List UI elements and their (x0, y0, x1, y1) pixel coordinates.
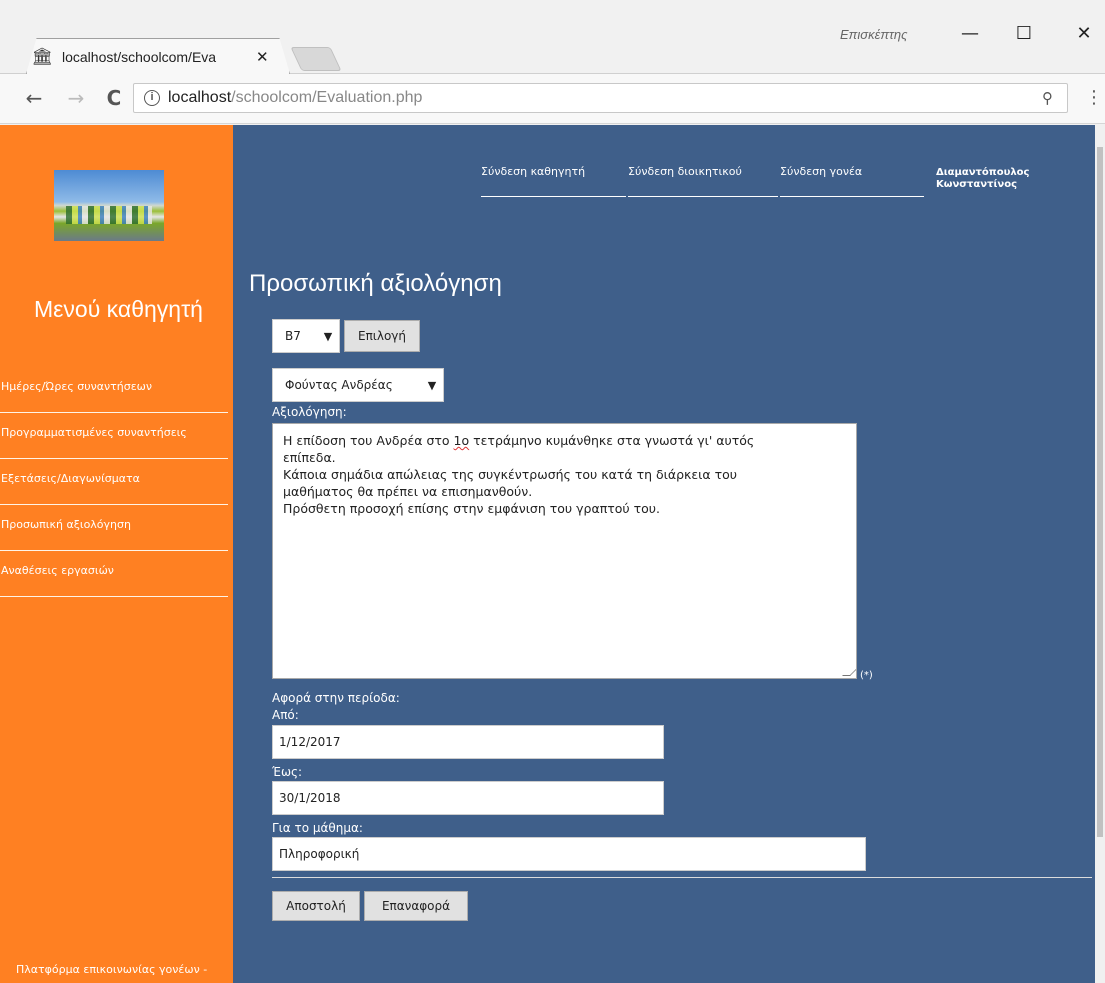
nav-item-label: Σύνδεση διοικητικού (628, 165, 742, 178)
reset-button[interactable]: Επαναφορά (364, 891, 468, 921)
to-label: Έως: (272, 765, 302, 779)
evaluation-line-1: Η επίδοση του Ανδρέα στο 1ο τετράμηνο κυ… (283, 432, 846, 449)
user-firstname: Κωνσταντίνος (936, 179, 1017, 190)
user-surname: Διαμαντόπουλος (936, 167, 1030, 178)
form-divider (272, 877, 1092, 878)
nav-admin-login[interactable]: Σύνδεση διοικητικού (628, 165, 778, 197)
spellcheck-word: 1ο (453, 433, 470, 448)
new-tab-button[interactable] (290, 47, 342, 71)
student-select[interactable]: Φούντας Ανδρέας ▼ (272, 368, 444, 402)
evaluation-line-4: μαθήματος θα πρέπει να επισημανθούν. (283, 484, 533, 499)
sidebar-footer: Πλατφόρμα επικοινωνίας γονέων - (16, 963, 208, 976)
evaluation-line-5: Πρόσθετη προσοχή επίσης στην εμφάνιση το… (283, 501, 660, 516)
browser-toolbar: ← → C i localhost/schoolcom/Evaluation.p… (0, 74, 1105, 124)
nav-item-label: Σύνδεση γονέα (780, 165, 863, 178)
student-select-value: Φούντας Ανδρέας (285, 378, 393, 392)
sidebar-item-label: Προσωπική αξιολόγηση (1, 518, 131, 531)
browser-menu-icon[interactable]: ⋮ (1085, 87, 1103, 108)
nav-item-label: Σύνδεση καθηγητή (481, 165, 586, 178)
subject-input[interactable]: Πληροφορική (272, 837, 866, 871)
sidebar-item-label: Προγραμματισμένες συναντήσεις (1, 426, 187, 439)
url-path: /schoolcom/Evaluation.php (231, 89, 423, 106)
page-scrollbar[interactable] (1095, 125, 1105, 983)
title-bar: 🏛 localhost/schoolcom/Eva ✕ Επισκέπτης —… (0, 0, 1105, 74)
info-icon[interactable]: i (144, 90, 160, 106)
evaluation-line-2: επίπεδα. (283, 450, 336, 465)
required-marker: (*) (860, 670, 873, 681)
resize-handle-icon[interactable] (842, 668, 856, 676)
from-date-input[interactable]: 1/12/2017 (272, 725, 664, 759)
forward-arrow-icon[interactable]: → (62, 84, 90, 112)
page-viewport: Μενού καθηγητή Ημέρες/Ώρες συναντήσεων Π… (0, 125, 1095, 983)
url-host: localhost (168, 89, 232, 106)
submit-button[interactable]: Αποστολή (272, 891, 360, 921)
close-tab-icon[interactable]: ✕ (256, 48, 269, 66)
class-select[interactable]: B7 ▼ (272, 319, 340, 353)
class-select-value: B7 (285, 329, 301, 343)
sidebar-item-assignments[interactable]: Αναθέσεις εργασιών (0, 551, 228, 597)
page-title: Προσωπική αξιολόγηση (249, 270, 502, 297)
back-arrow-icon[interactable]: ← (20, 84, 48, 112)
browser-window: 🏛 localhost/schoolcom/Eva ✕ Επισκέπτης —… (0, 0, 1105, 983)
tab-title: localhost/schoolcom/Eva (62, 49, 217, 65)
close-window-icon[interactable]: ✕ (1064, 20, 1104, 48)
school-logo-image (54, 170, 164, 241)
sidebar-title: Μενού καθηγητή (34, 296, 203, 322)
from-label: Από: (272, 708, 299, 722)
subject-label: Για το μάθημα: (272, 821, 363, 835)
sidebar-item-personal-evaluation[interactable]: Προσωπική αξιολόγηση (0, 505, 228, 551)
scrollbar-thumb[interactable] (1097, 147, 1103, 837)
sidebar-item-label: Ημέρες/Ώρες συναντήσεων (1, 380, 153, 393)
evaluation-text: Η επίδοση του Ανδρέα στο (283, 433, 454, 448)
address-bar[interactable]: i localhost/schoolcom/Evaluation.php ⚲ (133, 83, 1068, 113)
select-class-button[interactable]: Επιλογή (344, 320, 420, 352)
bank-building-icon: 🏛 (31, 47, 53, 67)
sidebar-item-meeting-hours[interactable]: Ημέρες/Ώρες συναντήσεων (0, 367, 228, 413)
user-name: Διαμαντόπουλος Κωνσταντίνος (936, 167, 1029, 191)
zoom-icon[interactable]: ⚲ (1042, 89, 1053, 107)
browser-tab-content[interactable]: 🏛 localhost/schoolcom/Eva ✕ (30, 44, 282, 70)
evaluation-label: Αξιολόγηση: (272, 405, 347, 419)
sidebar-item-label: Εξετάσεις/Διαγωνίσματα (1, 472, 140, 485)
dropdown-arrow-icon: ▼ (427, 378, 437, 392)
sidebar-item-exams[interactable]: Εξετάσεις/Διαγωνίσματα (0, 459, 228, 505)
evaluation-line-3: Κάποια σημάδια απώλειας της συγκέντρωσής… (283, 467, 738, 482)
to-label-text: Έως: (272, 765, 303, 779)
dropdown-arrow-icon: ▼ (323, 329, 333, 343)
nav-teacher-login[interactable]: Σύνδεση καθηγητή (481, 165, 626, 197)
reload-icon[interactable]: C (100, 84, 128, 112)
url-text[interactable]: localhost/schoolcom/Evaluation.php (168, 89, 422, 107)
period-label: Αφορά στην περίοδα: (272, 691, 400, 705)
sidebar-item-label: Αναθέσεις εργασιών (1, 564, 114, 577)
evaluation-textarea[interactable]: Η επίδοση του Ανδρέα στο 1ο τετράμηνο κυ… (272, 423, 857, 679)
sidebar-item-scheduled-meetings[interactable]: Προγραμματισμένες συναντήσεις (0, 413, 228, 459)
sidebar: Μενού καθηγητή Ημέρες/Ώρες συναντήσεων Π… (0, 125, 233, 983)
minimize-icon[interactable]: — (950, 20, 990, 48)
nav-parent-login[interactable]: Σύνδεση γονέα (780, 165, 924, 197)
evaluation-text: τετράμηνο κυμάνθηκε στα γνωστά γι' αυτός (469, 433, 755, 448)
profile-label[interactable]: Επισκέπτης (840, 27, 907, 42)
to-date-input[interactable]: 30/1/2018 (272, 781, 664, 815)
maximize-icon[interactable]: ☐ (1004, 20, 1044, 48)
